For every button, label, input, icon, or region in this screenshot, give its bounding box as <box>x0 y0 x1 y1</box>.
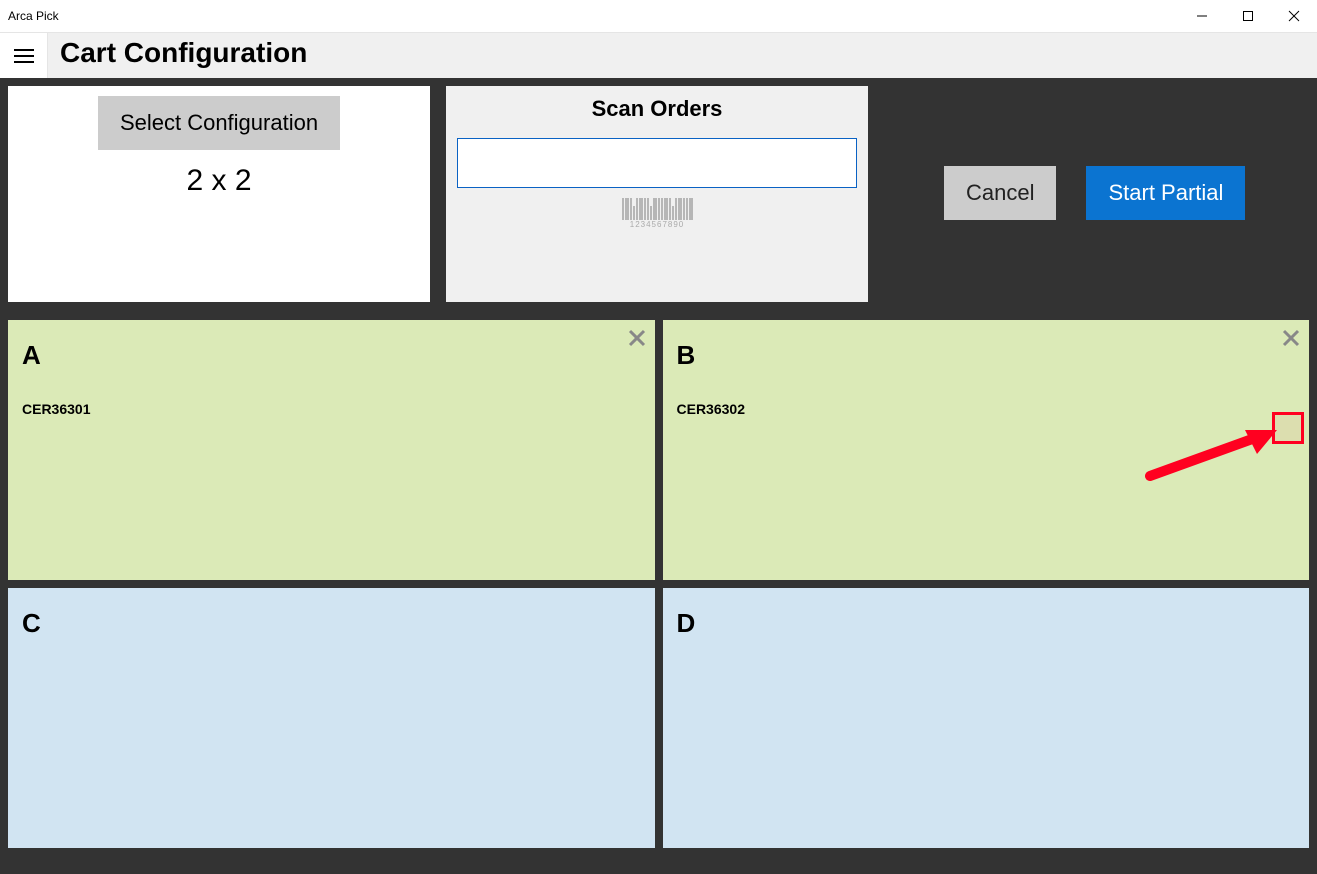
slot-letter: A <box>22 340 641 371</box>
close-window-button[interactable] <box>1271 0 1317 32</box>
cart-slot-d[interactable]: D <box>663 588 1310 848</box>
maximize-button[interactable] <box>1225 0 1271 32</box>
slot-close-button[interactable] <box>1279 326 1303 350</box>
barcode-sample-text: 1234567890 <box>622 220 693 229</box>
slot-letter: B <box>677 340 1296 371</box>
configuration-panel: Select Configuration 2 x 2 <box>8 86 430 302</box>
barcode-icon: 1234567890 <box>622 198 693 229</box>
slot-order-id: CER36301 <box>22 401 641 417</box>
scan-input[interactable] <box>457 138 857 188</box>
cart-slot-grid: A CER36301 B CER36302 C D <box>8 320 1309 848</box>
hamburger-menu-button[interactable] <box>0 33 48 78</box>
slot-close-button[interactable] <box>625 326 649 350</box>
cart-slot-c[interactable]: C <box>8 588 655 848</box>
slot-letter: D <box>677 608 1296 639</box>
slot-order-id: CER36302 <box>677 401 1296 417</box>
cart-slot-a[interactable]: A CER36301 <box>8 320 655 580</box>
select-configuration-button[interactable]: Select Configuration <box>98 96 340 150</box>
page-header: Cart Configuration <box>0 32 1317 78</box>
page-title: Cart Configuration <box>48 33 319 78</box>
app-title: Arca Pick <box>8 9 59 23</box>
configuration-value: 2 x 2 <box>8 164 430 198</box>
cancel-button[interactable]: Cancel <box>944 166 1056 220</box>
window-titlebar: Arca Pick <box>0 0 1317 32</box>
cart-slot-b[interactable]: B CER36302 <box>663 320 1310 580</box>
start-partial-button[interactable]: Start Partial <box>1086 166 1245 220</box>
scan-orders-title: Scan Orders <box>456 96 858 122</box>
main-area: Select Configuration 2 x 2 Scan Orders 1… <box>0 78 1317 874</box>
scan-orders-panel: Scan Orders 1234567890 <box>446 86 868 302</box>
action-buttons: Cancel Start Partial <box>944 166 1245 220</box>
slot-letter: C <box>22 608 641 639</box>
window-controls <box>1179 0 1317 32</box>
minimize-button[interactable] <box>1179 0 1225 32</box>
